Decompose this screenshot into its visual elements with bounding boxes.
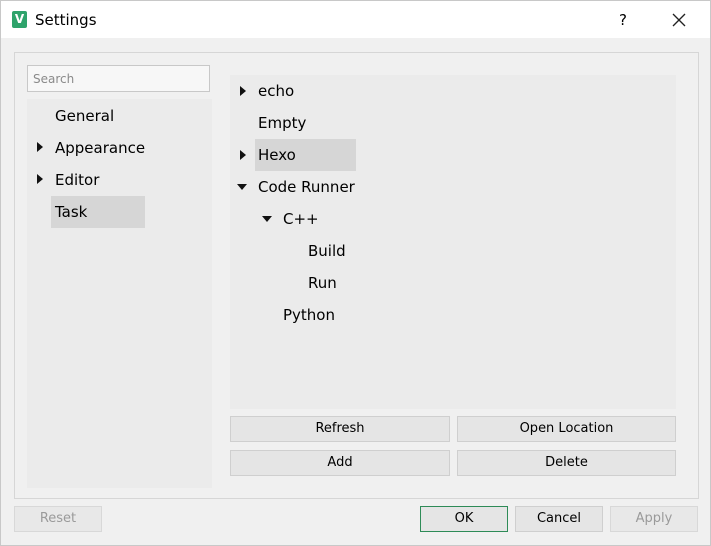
help-button[interactable]: ? [613,9,633,31]
expand-arrow-icon[interactable] [37,142,43,152]
tree-item-label: Hexo [258,146,296,164]
search-input[interactable] [27,65,210,92]
sidebar-item-editor[interactable]: Editor [51,164,99,196]
tree-item-label: C++ [283,210,319,228]
sidebar-item-label: Appearance [55,139,146,157]
task-tree: echo Empty Hexo Code Runner C++ Build Ru… [230,75,676,409]
collapse-arrow-icon[interactable] [237,184,247,190]
settings-content: General Appearance Editor Task echo Empt… [14,52,699,499]
window-title: Settings [35,11,97,29]
sidebar-item-label: Task [55,203,88,221]
ok-button[interactable]: OK [420,506,508,532]
task-item-code-runner[interactable]: Code Runner [255,171,355,203]
add-task-button[interactable]: Add [230,450,450,476]
sidebar-item-label: General [55,107,115,125]
sidebar-item-general[interactable]: General [51,100,114,132]
tree-item-label: Run [308,274,337,292]
settings-dialog: Settings ? General Appearance Editor [0,0,711,546]
task-item-echo[interactable]: echo [255,75,294,107]
task-item-build[interactable]: Build [305,235,346,267]
category-list: General Appearance Editor Task [27,99,212,488]
cancel-button[interactable]: Cancel [515,506,603,532]
task-item-empty[interactable]: Empty [255,107,306,139]
task-item-hexo[interactable]: Hexo [255,139,356,171]
tree-item-label: echo [258,82,295,100]
open-location-button[interactable]: Open Location [457,416,676,442]
title-bar: Settings ? [1,1,710,38]
tree-item-label: Code Runner [258,178,355,196]
tree-item-label: Empty [258,114,307,132]
sidebar-item-task[interactable]: Task [51,196,145,228]
expand-arrow-icon[interactable] [37,174,43,184]
close-icon[interactable] [669,10,689,30]
sidebar-item-appearance[interactable]: Appearance [51,132,145,164]
task-item-run[interactable]: Run [305,267,337,299]
collapse-arrow-icon[interactable] [262,216,272,222]
task-item-python[interactable]: Python [280,299,335,331]
delete-task-button[interactable]: Delete [457,450,676,476]
refresh-button[interactable]: Refresh [230,416,450,442]
tree-item-label: Python [283,306,335,324]
tree-item-label: Build [308,242,346,260]
task-item-cpp[interactable]: C++ [280,203,319,235]
expand-arrow-icon[interactable] [240,150,246,160]
reset-button[interactable]: Reset [14,506,102,532]
apply-button[interactable]: Apply [610,506,698,532]
app-logo-icon [12,11,27,28]
expand-arrow-icon[interactable] [240,86,246,96]
sidebar-item-label: Editor [55,171,100,189]
